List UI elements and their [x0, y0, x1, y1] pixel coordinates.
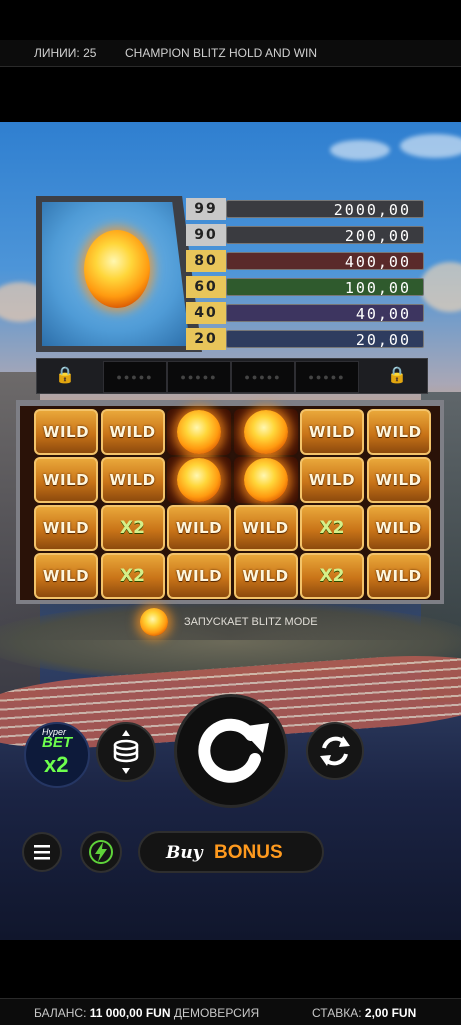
wild-symbol: WILD [366, 457, 431, 503]
game-title: CHAMPION BLITZ HOLD AND WIN [125, 46, 318, 60]
fireball-icon [243, 458, 288, 502]
fireball-symbol [167, 457, 231, 503]
paytable-count: 60 [186, 276, 226, 298]
symbol-grid: WILD WILD WILD WILD WILD WILD WILD WILD WILD X2 WI… [34, 409, 432, 601]
fireball-icon [177, 410, 221, 454]
paytable-count: 40 [186, 302, 226, 324]
wild-symbol: WILD [366, 553, 431, 599]
hyper-bet-multiplier: x2 [44, 752, 69, 777]
paytable-payout: 20,00 [226, 330, 424, 349]
bet-value: 2,00 FUN [364, 1006, 417, 1020]
wild-symbol: WILD [300, 409, 364, 455]
top-info-bar: ЛИНИИ: 25 CHAMPION BLITZ HOLD AND WIN [0, 40, 461, 67]
menu-button[interactable] [22, 832, 62, 872]
empty-slot: ●●●●● [167, 361, 231, 393]
balance-value: 11 000,00 FUN [89, 1006, 171, 1020]
wild-symbol: WILD [34, 553, 98, 599]
lightning-icon [89, 840, 113, 864]
hyper-bet-button[interactable]: Hyper BET x2 [24, 722, 90, 788]
paytable-row: 90 200,00 [186, 224, 424, 246]
fireball-symbol [233, 409, 298, 455]
paytable-payout: 2000,00 [226, 200, 424, 219]
paytable-row: 20 20,00 [186, 328, 424, 350]
wild-symbol: WILD [167, 505, 231, 551]
autoplay-icon [320, 736, 350, 766]
autoplay-button[interactable] [306, 722, 364, 780]
coin-stack-icon [113, 730, 139, 774]
x2-symbol: X2 [100, 505, 165, 551]
spin-arrow-icon [198, 718, 269, 783]
paytable-row: 99 2000,00 [186, 198, 424, 220]
wild-symbol: WILD [34, 457, 98, 503]
lock-icon: 🔒 [55, 367, 75, 384]
paytable-count: 99 [186, 198, 226, 220]
x2-symbol: X2 [300, 553, 364, 599]
wild-symbol: WILD [100, 457, 165, 503]
fireball-icon [140, 608, 168, 636]
bet: СТАВКА: 2,00 FUN [312, 1006, 416, 1020]
x2-symbol: X2 [100, 553, 165, 599]
fireball-icon [177, 458, 221, 502]
wild-symbol: WILD [366, 505, 431, 551]
empty-slot: ●●●●● [231, 361, 295, 393]
bet-select-button[interactable] [96, 722, 156, 782]
buy-bonus-button[interactable]: Buy BONUS [138, 831, 324, 873]
balance: БАЛАНС: 11 000,00 FUN ДЕМОВЕРСИЯ [34, 1006, 259, 1020]
paytable-row: 60 100,00 [186, 276, 424, 298]
paytable-payout: 40,00 [226, 304, 424, 323]
bet-label: СТАВКА: [312, 1006, 362, 1020]
fireball-icon [243, 410, 288, 454]
turbo-button[interactable] [80, 831, 122, 873]
balance-label: БАЛАНС: [34, 1006, 87, 1020]
empty-slot: ●●●●● [295, 361, 359, 393]
wild-symbol: WILD [34, 505, 98, 551]
fireball-symbol [233, 457, 298, 503]
bonus-label: BONUS [214, 842, 283, 863]
paytable-payout: 200,00 [226, 226, 424, 245]
empty-slot: ●●●●● [103, 361, 167, 393]
wild-symbol: WILD [167, 553, 231, 599]
wild-symbol: WILD [34, 409, 98, 455]
bottom-info-bar: БАЛАНС: 11 000,00 FUN ДЕМОВЕРСИЯ СТАВКА:… [0, 998, 461, 1025]
demo-mode-label: ДЕМОВЕРСИЯ [173, 1006, 260, 1020]
wild-symbol: WILD [233, 505, 298, 551]
paytable-row: 40 40,00 [186, 302, 424, 324]
blitz-mode-text: ЗАПУСКАЕТ BLITZ MODE [184, 616, 318, 628]
locked-slots-bar: 🔒 ●●●●● ●●●●● ●●●●● ●●●●● 🔒 [36, 358, 428, 394]
fireball-symbol [167, 409, 231, 455]
spin-button[interactable] [174, 694, 288, 808]
x2-symbol: X2 [300, 505, 364, 551]
wild-symbol: WILD [300, 457, 364, 503]
paytable-count: 90 [186, 224, 226, 246]
reel-area: WILD WILD WILD WILD WILD WILD WILD WILD WILD X2 WI… [16, 400, 444, 604]
hyper-bet-label: BET [42, 734, 72, 751]
paytable-count: 80 [186, 250, 226, 272]
paytable-row: 80 400,00 [186, 250, 424, 272]
wild-symbol: WILD [366, 409, 431, 455]
wild-symbol: WILD [233, 553, 298, 599]
paytable-payout: 100,00 [226, 278, 424, 297]
fireball-preview [36, 196, 202, 352]
hamburger-icon [34, 845, 50, 860]
lock-icon: 🔒 [387, 367, 407, 384]
paytable-count: 20 [186, 328, 226, 350]
lines-count: ЛИНИИ: 25 [34, 46, 97, 60]
wild-symbol: WILD [100, 409, 165, 455]
buy-label: Buy [166, 843, 203, 863]
paytable-payout: 400,00 [226, 252, 424, 271]
fireball-icon [84, 230, 150, 308]
